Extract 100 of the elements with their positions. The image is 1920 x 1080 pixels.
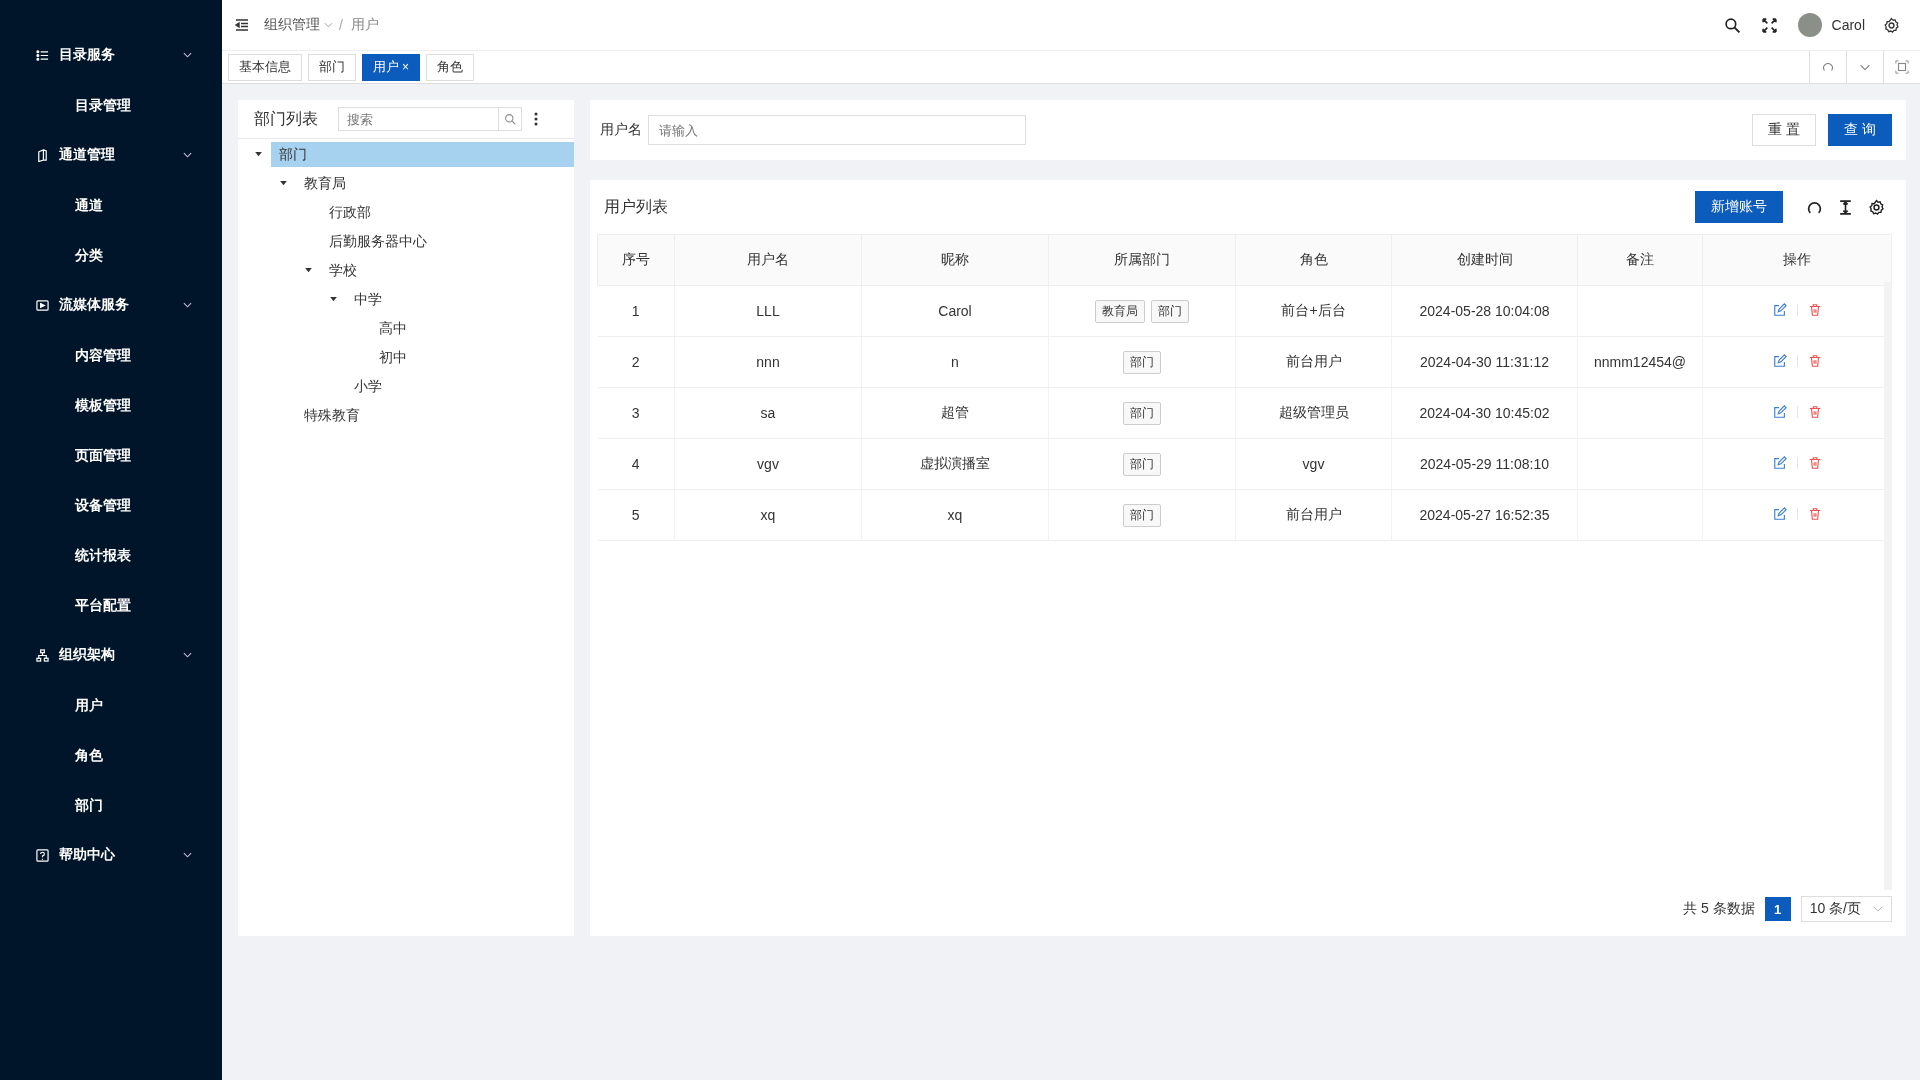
tree-node[interactable]: 部门 [271,142,574,167]
search-icon [503,112,517,126]
edit-icon[interactable] [1772,455,1787,470]
department-tag: 部门 [1123,350,1161,374]
sidebar-item[interactable]: 部门 [0,780,222,830]
edit-icon[interactable] [1772,404,1787,419]
caret-icon[interactable] [255,152,262,157]
delete-icon[interactable] [1807,506,1822,521]
table-cell: nnn [674,336,862,388]
sidebar-item[interactable]: 平台配置 [0,580,222,630]
caret-icon[interactable] [305,268,312,273]
caret-icon[interactable] [280,181,287,186]
chevron-icon [183,302,192,308]
tree-node[interactable]: 初中 [371,345,574,370]
tree-node[interactable]: 教育局 [296,171,574,196]
maximize-icon[interactable] [1895,60,1909,74]
sidebar-item[interactable]: 内容管理 [0,330,222,380]
column-header: 所属部门 [1048,234,1236,286]
settings-icon[interactable] [1883,16,1900,34]
breadcrumb-current: 用户 [350,16,379,34]
sidebar-item[interactable]: 通道 [0,180,222,230]
sidebar-item[interactable]: 分类 [0,230,222,280]
table-cell: nnmm12454@ [1593,354,1686,370]
column-header: 序号 [597,234,675,286]
column-height-icon[interactable] [1837,198,1854,216]
department-tag: 教育局 [1095,299,1145,323]
chevron-icon [183,852,192,858]
table-cell: Carol [861,285,1049,337]
tree-node[interactable]: 小学 [346,374,574,399]
table-cell: 2024-04-30 11:31:12 [1391,336,1578,388]
sidebar-item[interactable]: 用户 [0,680,222,730]
add-account-button[interactable]: 新增账号 [1695,191,1783,223]
department-tag: 部门 [1123,452,1161,476]
tree-node[interactable]: 高中 [371,316,574,341]
user-name[interactable]: Carol [1831,17,1865,33]
fullscreen-icon[interactable] [1760,16,1778,34]
tree-node[interactable]: 中学 [346,287,574,312]
page-button[interactable]: 1 [1764,897,1791,921]
edit-icon[interactable] [1772,302,1787,317]
column-header: 用户名 [674,234,862,286]
table-cell: LLL [674,285,862,337]
sidebar-group-item[interactable]: 流媒体服务 [0,280,222,330]
chevron-icon [183,152,192,158]
table-cell: xq [861,489,1049,541]
menu-fold-icon[interactable] [234,17,250,33]
search-icon[interactable] [1723,16,1741,34]
tab[interactable]: 基本信息 [228,53,302,81]
table-cell: 2024-05-28 10:04:08 [1391,285,1578,337]
settings-icon[interactable] [1868,198,1885,216]
sidebar-item[interactable]: 设备管理 [0,480,222,530]
reset-button[interactable]: 重 置 [1752,114,1817,146]
chevron-icon [324,22,333,28]
more-icon[interactable] [534,111,538,127]
search-field[interactable]: 搜索 [338,107,498,131]
table-cell: 超管 [861,387,1049,439]
delete-icon[interactable] [1807,302,1822,317]
query-button[interactable]: 查 询 [1828,114,1892,146]
delete-icon[interactable] [1807,404,1822,419]
chevron-icon [1873,906,1883,912]
table-cell: 前台用户 [1235,336,1392,388]
table-cell: 4 [597,438,675,490]
breadcrumb-separator: / [339,17,343,33]
tab[interactable]: 部门 [308,53,356,81]
tree-node[interactable]: 行政部 [321,200,574,225]
table-cell: 2024-04-30 10:45:02 [1391,387,1578,439]
edit-icon[interactable] [1772,353,1787,368]
search-button[interactable] [498,107,522,131]
sidebar-item[interactable]: 模板管理 [0,380,222,430]
department-tag: 部门 [1123,401,1161,425]
tree-node[interactable]: 学校 [321,258,574,283]
sidebar-group-item[interactable]: 通道管理 [0,130,222,180]
breadcrumb-link[interactable]: 组织管理 [264,16,320,34]
column-header: 创建时间 [1391,234,1578,286]
tree-node[interactable]: 特殊教育 [296,403,574,428]
edit-icon[interactable] [1772,506,1787,521]
table-cell: 超级管理员 [1235,387,1392,439]
sidebar-group-item[interactable]: 目录服务 [0,30,222,80]
table-cell: n [861,336,1049,388]
table-cell: 2024-05-29 11:08:10 [1391,438,1578,490]
sidebar-group-item[interactable]: 组织架构 [0,630,222,680]
department-tag: 部门 [1123,503,1161,527]
table-cell: 虚拟演播室 [861,438,1049,490]
sidebar-item[interactable]: 角色 [0,730,222,780]
delete-icon[interactable] [1807,353,1822,368]
sidebar-item[interactable]: 目录管理 [0,80,222,130]
tree-node[interactable]: 后勤服务器中心 [321,229,574,254]
table-cell: 1 [597,285,675,337]
tab[interactable]: 用户 × [362,53,420,81]
tab[interactable]: 角色 [426,53,474,81]
page-size-select[interactable]: 10 条/页 [1800,896,1892,922]
username-input[interactable]: 请输入 [648,115,1026,145]
sidebar-item[interactable]: 页面管理 [0,430,222,480]
department-tag: 部门 [1151,299,1189,323]
delete-icon[interactable] [1807,455,1822,470]
book-icon [36,148,49,162]
avatar[interactable] [1797,13,1822,37]
sidebar-item[interactable]: 统计报表 [0,530,222,580]
column-header: 备注 [1577,234,1703,286]
sidebar-group-item[interactable]: 帮助中心 [0,830,222,880]
caret-icon[interactable] [330,297,337,302]
